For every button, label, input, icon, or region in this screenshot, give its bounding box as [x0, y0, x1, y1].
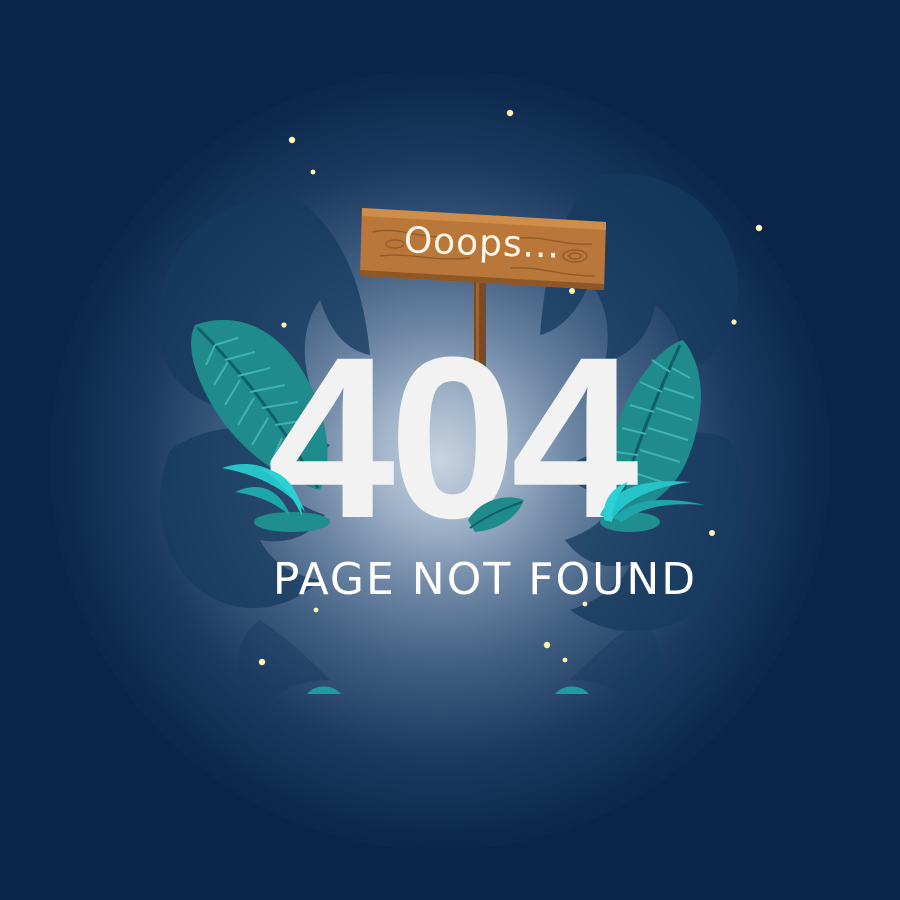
- star-icon: [543, 641, 551, 649]
- star-icon: [506, 109, 514, 117]
- star-icon: [709, 530, 715, 536]
- star-icon: [562, 657, 568, 663]
- error-404-page: Ooops... 404 PAGE NOT FOUND: [0, 0, 900, 900]
- star-icon: [569, 288, 575, 294]
- error-code: 404: [267, 309, 639, 566]
- sign-text: Ooops...: [403, 219, 561, 267]
- star-icon: [258, 658, 266, 666]
- ground-shapes: [307, 686, 589, 694]
- error-message: PAGE NOT FOUND: [272, 554, 698, 605]
- star-icon: [310, 169, 316, 175]
- star-icon: [288, 136, 296, 144]
- monstera-leaf-icon: [237, 620, 663, 710]
- star-icon: [755, 224, 763, 232]
- star-icon: [731, 319, 737, 325]
